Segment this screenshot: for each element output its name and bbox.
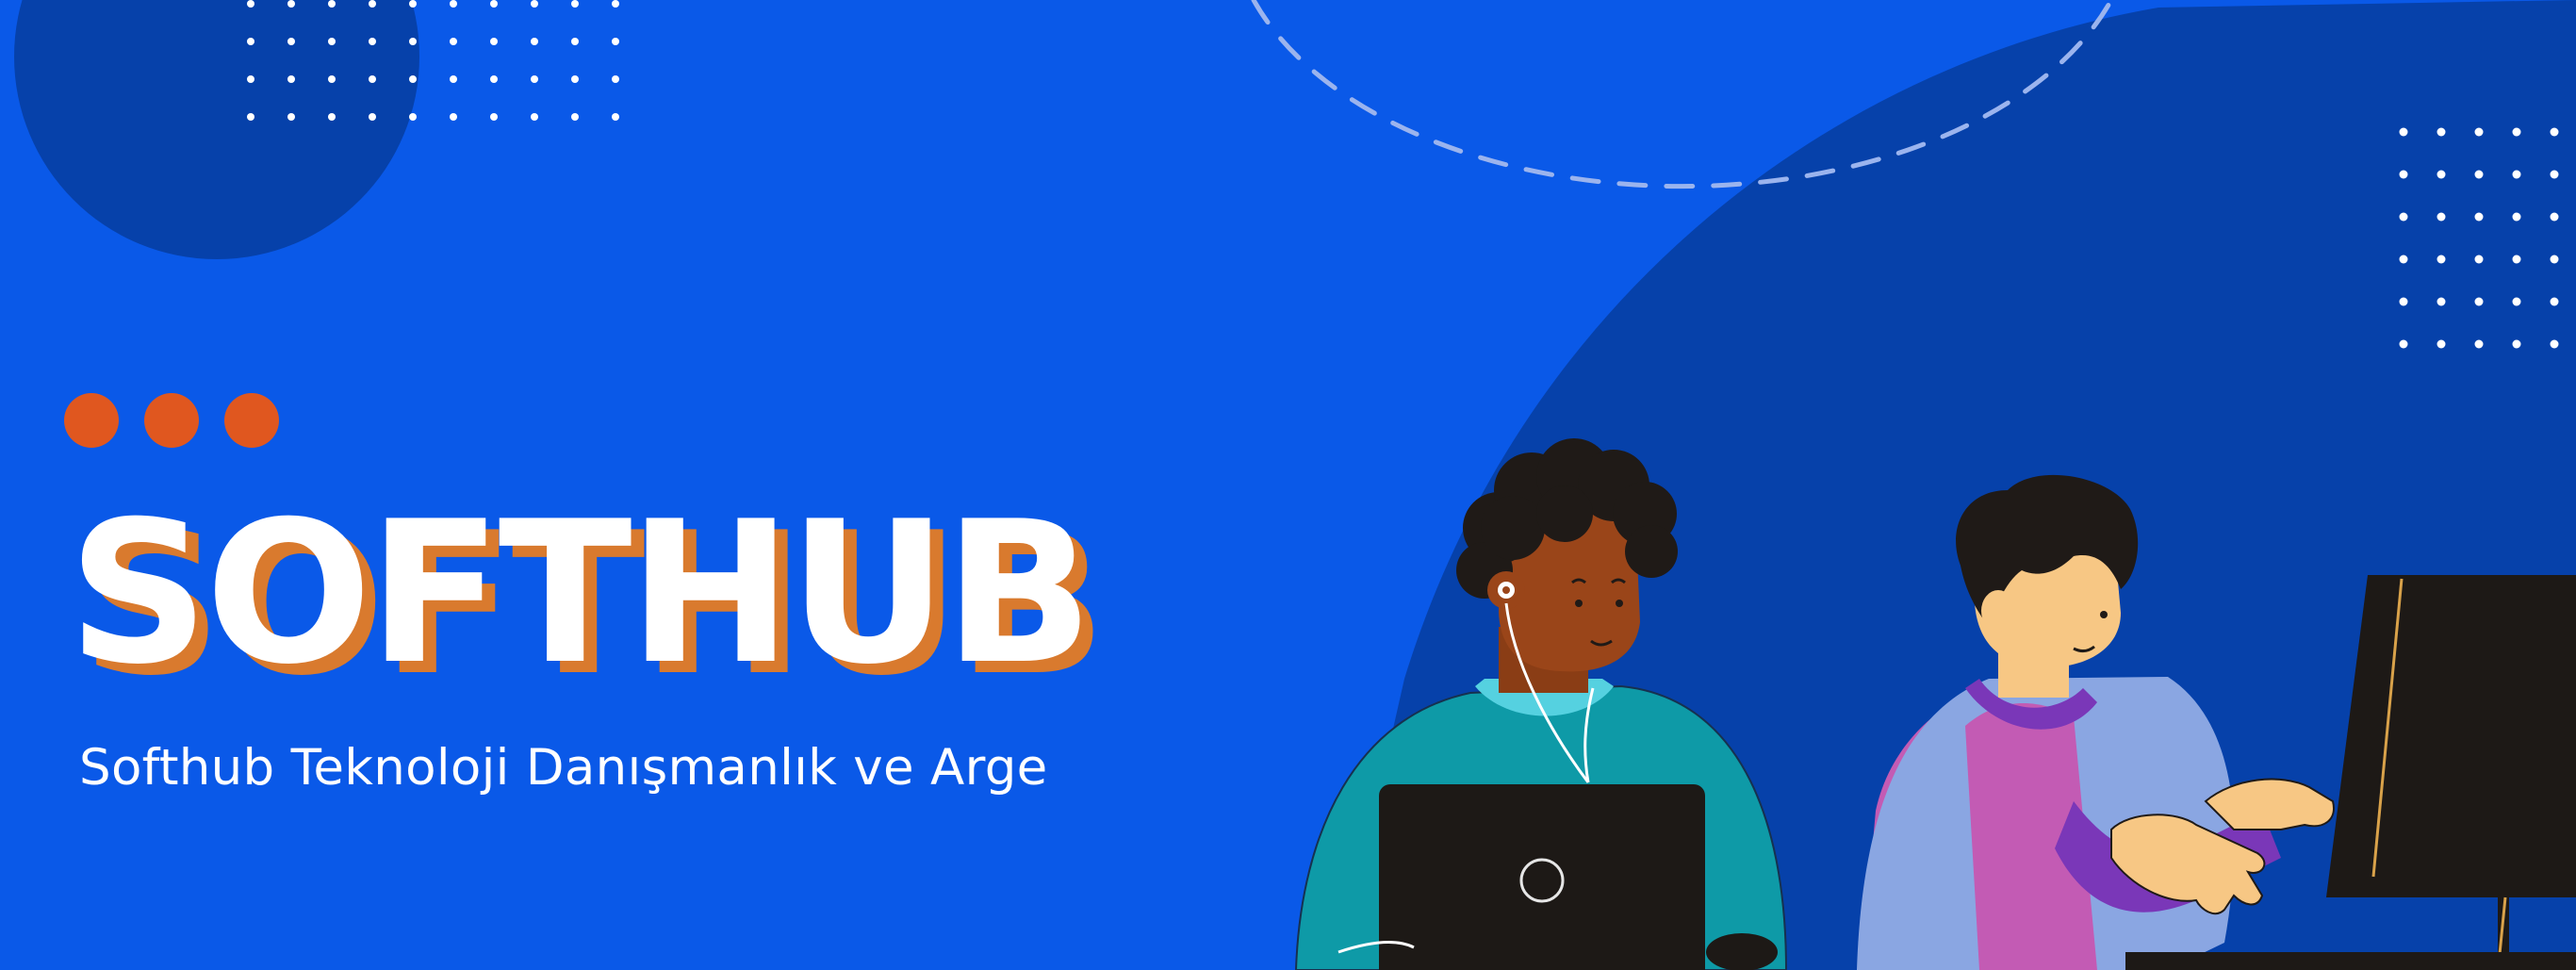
- grid-dot: [369, 75, 376, 83]
- grid-dot: [2550, 170, 2559, 179]
- grid-dot: [409, 0, 417, 8]
- grid-dot: [571, 38, 579, 45]
- grid-dot: [2437, 170, 2446, 179]
- grid-dot: [328, 38, 336, 45]
- grid-dot: [369, 0, 376, 8]
- grid-dot: [571, 75, 579, 83]
- orange-dots: [64, 393, 279, 448]
- grid-dot: [2399, 127, 2408, 137]
- grid-dot: [328, 113, 336, 121]
- grid-dot: [287, 113, 295, 121]
- grid-dot: [2437, 297, 2446, 306]
- grid-dot: [450, 38, 457, 45]
- grid-dot: [247, 113, 254, 121]
- grid-dot: [612, 75, 619, 83]
- grid-dot: [2550, 212, 2559, 222]
- grid-dot: [490, 38, 498, 45]
- grid-dot: [531, 38, 538, 45]
- grid-dot: [2399, 212, 2408, 222]
- orange-dot: [64, 393, 119, 448]
- grid-dot: [531, 75, 538, 83]
- grid-dot: [247, 75, 254, 83]
- grid-dot: [450, 113, 457, 121]
- orange-dot: [224, 393, 279, 448]
- grid-dot: [2550, 339, 2559, 349]
- grid-dot: [287, 75, 295, 83]
- hero-banner: SOFTHUB SOFTHUB Softhub Teknoloji Danışm…: [0, 0, 2576, 970]
- grid-dot: [409, 75, 417, 83]
- grid-dot: [450, 0, 457, 8]
- grid-dot: [247, 0, 254, 8]
- grid-dot: [571, 113, 579, 121]
- grid-dot: [2474, 212, 2484, 222]
- grid-dot: [2512, 170, 2521, 179]
- grid-dot: [2512, 297, 2521, 306]
- grid-dot: [2399, 255, 2408, 264]
- grid-dot: [612, 0, 619, 8]
- grid-dot: [2399, 339, 2408, 349]
- grid-dot: [287, 38, 295, 45]
- grid-dot: [369, 38, 376, 45]
- grid-dot: [2399, 297, 2408, 306]
- orange-dot: [144, 393, 199, 448]
- grid-dot: [2474, 127, 2484, 137]
- grid-dot: [612, 113, 619, 121]
- grid-dot: [247, 38, 254, 45]
- grid-dot: [369, 113, 376, 121]
- grid-dot: [2550, 127, 2559, 137]
- grid-dot: [2512, 339, 2521, 349]
- grid-dot: [490, 113, 498, 121]
- grid-dot: [2474, 297, 2484, 306]
- grid-dot: [571, 0, 579, 8]
- grid-dot: [2550, 255, 2559, 264]
- grid-dot: [409, 38, 417, 45]
- grid-dot: [490, 0, 498, 8]
- grid-dot: [2437, 212, 2446, 222]
- brand-title: SOFTHUB SOFTHUB: [68, 471, 1255, 719]
- grid-dot: [2550, 297, 2559, 306]
- grid-dot: [612, 38, 619, 45]
- grid-dot: [2512, 212, 2521, 222]
- grid-dot: [2474, 339, 2484, 349]
- grid-dot: [531, 113, 538, 121]
- grid-dot: [531, 0, 538, 8]
- grid-dot: [2437, 339, 2446, 349]
- brand-subtitle: Softhub Teknoloji Danışmanlık ve Arge: [79, 739, 1048, 797]
- grid-dot: [2437, 127, 2446, 137]
- grid-dot: [328, 0, 336, 8]
- grid-dot: [2512, 127, 2521, 137]
- grid-dot: [2512, 255, 2521, 264]
- grid-dot: [450, 75, 457, 83]
- grid-dot: [409, 113, 417, 121]
- grid-dot: [287, 0, 295, 8]
- grid-dot: [328, 75, 336, 83]
- grid-dot: [490, 75, 498, 83]
- grid-dot: [2437, 255, 2446, 264]
- grid-dot: [2474, 170, 2484, 179]
- grid-dot: [2474, 255, 2484, 264]
- top-left-circle: [14, 0, 419, 259]
- brand-title-text: SOFTHUB: [68, 480, 1093, 708]
- grid-dot: [2399, 170, 2408, 179]
